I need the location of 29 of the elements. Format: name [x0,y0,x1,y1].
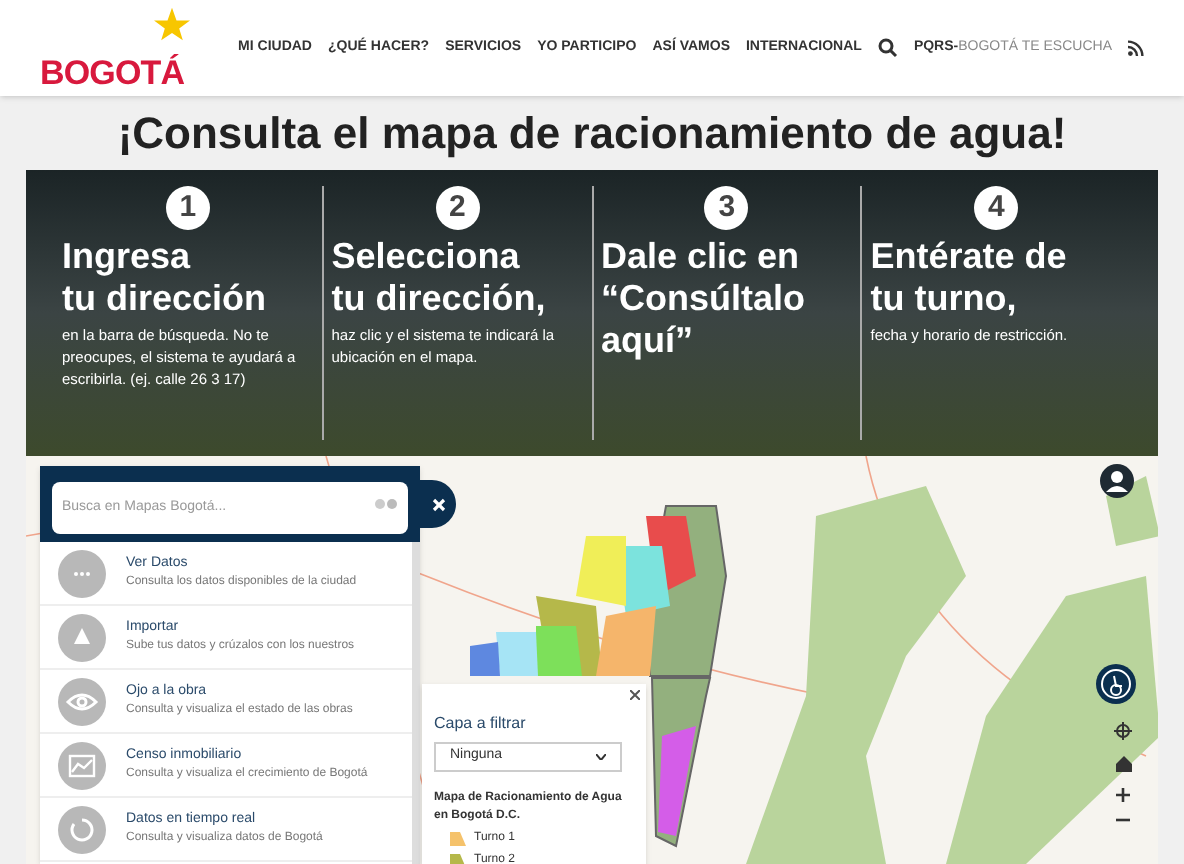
step-number: 3 [704,186,749,230]
user-icon[interactable] [1100,464,1134,498]
data-icon [58,549,106,597]
step-number: 1 [165,186,210,230]
close-icon[interactable] [630,690,640,700]
filter-label: Capa a filtrar [434,712,528,736]
import-icon [58,613,106,661]
step-heading: Selecciona tu dirección, [331,236,548,320]
rss-icon[interactable] [1128,40,1144,56]
locate-icon[interactable] [1114,722,1132,740]
caret-icon [596,754,606,760]
accessibility-icon[interactable] [1096,664,1136,704]
search-icon[interactable] [877,38,898,58]
realtime-icon [58,805,106,853]
logo[interactable]: BOGOTÁ [40,56,185,90]
close-button[interactable] [420,480,456,528]
close-icon [431,497,445,511]
step-number: 2 [435,186,480,230]
forest-area [1106,476,1158,546]
step-heading: Dale clic en “Consúltalo aquí” [601,236,807,362]
eye-icon [58,677,106,725]
step-number: 4 [974,186,1019,230]
step-heading: Ingresa tu dirección [62,236,269,320]
star-icon [152,6,192,42]
zoom-in-icon[interactable] [1116,788,1130,802]
step-heading: Entérate de tu turno, [870,236,1069,320]
page-title: ¡Consulta el mapa de racionamiento de agua! [115,106,1069,162]
census-icon [58,741,106,789]
home-icon[interactable] [1115,756,1131,772]
